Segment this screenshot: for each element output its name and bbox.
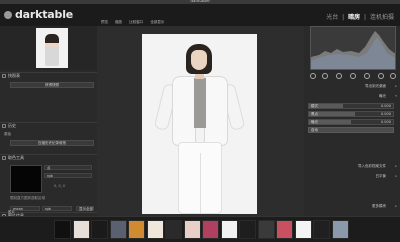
slider-name: 曝光 xyxy=(311,120,318,124)
picker-space-select[interactable]: rgb xyxy=(44,173,92,178)
photo-jacket-left xyxy=(172,76,196,146)
filmstrip-thumbnail[interactable] xyxy=(72,220,90,239)
slider-exposure[interactable]: 曝光 0.000 xyxy=(308,119,394,125)
center-toolbar: 预览 缩放 比较窗口 全部显示 xyxy=(97,20,304,26)
thumbnail-figure xyxy=(45,34,59,66)
view-switcher: 光台 | 暗房 | 连机拍摄 xyxy=(326,14,394,21)
bookmark-icon[interactable] xyxy=(390,73,396,79)
filmstrip-thumbnail[interactable] xyxy=(331,220,349,239)
slider-value: 0.000 xyxy=(380,104,391,108)
filmstrip-thumbnail[interactable] xyxy=(239,220,256,239)
filmstrip-thumbnail[interactable] xyxy=(202,220,219,239)
collapse-arrow-icon: ▾ xyxy=(395,94,397,98)
effect-icon[interactable] xyxy=(378,73,384,79)
brand-name: darktable xyxy=(15,8,74,21)
main-photo[interactable] xyxy=(142,34,257,214)
filmstrip-thumbnail[interactable] xyxy=(109,220,127,239)
history-icon xyxy=(2,124,6,128)
color-picker-label: 取色工具 xyxy=(8,155,24,160)
expand-arrow-icon: ▸ xyxy=(395,174,397,178)
picker-values: 0, 0, 0 xyxy=(54,184,66,188)
restrict-histogram-label[interactable]: 限制直方图到选取区域 xyxy=(10,196,45,201)
center-view[interactable]: 预览 缩放 比较窗口 全部显示 xyxy=(97,20,304,216)
window-title: darktable xyxy=(190,0,210,3)
color-picker-icon xyxy=(2,156,6,160)
filmstrip-thumbnail[interactable] xyxy=(257,220,275,239)
filmstrip-thumbnail[interactable] xyxy=(91,220,108,239)
filmstrip-thumbnail[interactable] xyxy=(313,220,330,239)
left-panel: 快照表 获得快照 历史 原始 压缩历史纪录堆栈 取色工具 点 rgb 0, 0,… xyxy=(0,26,97,218)
filmstrip-thumbnail[interactable] xyxy=(165,220,182,239)
histogram[interactable] xyxy=(310,26,396,70)
readout-space-select[interactable]: rgb xyxy=(42,206,72,211)
more-modules[interactable]: 更多模块 ▸ xyxy=(304,204,400,210)
view-tethering[interactable]: 连机拍摄 xyxy=(370,14,394,21)
module-label: 导出到光桌面 xyxy=(365,84,386,88)
slider-mode[interactable]: 模式 0.000 xyxy=(308,103,394,109)
module-group-tabs xyxy=(304,72,400,80)
correct-icon[interactable] xyxy=(364,73,370,79)
history-item-label: 原始 xyxy=(4,132,11,136)
darktable-logo-icon xyxy=(4,11,12,19)
checkbox-icon[interactable] xyxy=(2,74,6,78)
slider-name: 模式 xyxy=(311,104,318,108)
module-input-color-profile[interactable]: 导入色彩档案文件 ▸ xyxy=(304,164,400,170)
view-lighttable[interactable]: 光台 xyxy=(326,14,338,21)
photo-jacket-right xyxy=(204,76,228,146)
filmstrip-thumbnail[interactable] xyxy=(220,220,238,239)
slider-name: 黑点 xyxy=(311,112,318,116)
filmstrip-thumbnail[interactable] xyxy=(183,220,201,239)
expand-arrow-icon: ▸ xyxy=(395,164,397,168)
module-label: 导入色彩档案文件 xyxy=(358,164,386,168)
darktable-window: darktable darktable 光台 | 暗房 | 连机拍摄 快照表 获… xyxy=(0,0,400,242)
picked-color-swatch xyxy=(10,165,42,193)
filmstrip-thumbnail[interactable] xyxy=(294,220,312,239)
view-darkroom[interactable]: 暗房 xyxy=(348,14,360,21)
photo-shirt xyxy=(194,78,206,128)
filmstrip-thumbnail[interactable] xyxy=(128,220,145,239)
right-panel: 导出到光桌面 ▸ 曝光 ▾ 模式 0.000 黑点 0.000 曝光 0.000… xyxy=(304,26,400,216)
module-label: 更多模块 xyxy=(372,204,386,208)
slider-value: 0.000 xyxy=(380,112,391,116)
circle-icon[interactable] xyxy=(336,73,342,79)
history-label: 历史 xyxy=(8,123,16,128)
filmstrip[interactable]: 胶片 xyxy=(0,210,400,242)
expand-arrow-icon: ▸ xyxy=(395,204,397,208)
toolbar-item-compare[interactable]: 比较窗口 xyxy=(129,20,143,24)
module-exposure[interactable]: 曝光 ▾ xyxy=(304,94,400,100)
navigation-panel[interactable] xyxy=(0,26,97,70)
star-icon[interactable] xyxy=(322,73,328,79)
filmstrip-thumbnail[interactable] xyxy=(54,220,71,239)
picker-mode-select[interactable]: 点 xyxy=(44,165,92,170)
filmstrip-thumbnail[interactable] xyxy=(146,220,164,239)
module-white-balance[interactable]: 白平衡 ▸ xyxy=(304,174,400,180)
filmstrip-label: 胶片 xyxy=(8,210,15,214)
color-picker-section[interactable]: 取色工具 xyxy=(0,154,97,161)
module-export-lighttable[interactable]: 导出到光桌面 ▸ xyxy=(304,84,400,90)
navigation-thumbnail[interactable] xyxy=(36,28,68,68)
compress-history-button[interactable]: 压缩历史纪录堆栈 xyxy=(10,140,94,146)
color-icon[interactable] xyxy=(350,73,356,79)
toolbar-item-preview[interactable]: 预览 xyxy=(101,20,108,24)
snapshots-label: 快照表 xyxy=(8,73,20,78)
photo-face xyxy=(191,50,207,70)
photo-pants xyxy=(178,142,222,214)
history-item[interactable]: 原始 xyxy=(4,132,94,137)
histogram-graph xyxy=(311,31,395,69)
snapshots-section[interactable]: 快照表 xyxy=(0,72,97,79)
auto-exposure-button[interactable]: 自动 xyxy=(308,127,394,133)
take-snapshot-button[interactable]: 获得快照 xyxy=(10,82,94,88)
module-label: 曝光 xyxy=(379,94,386,98)
history-section[interactable]: 历史 xyxy=(0,122,97,129)
slider-value: 0.000 xyxy=(380,120,391,124)
toolbar-item-showall[interactable]: 全部显示 xyxy=(150,20,164,24)
toolbar-item-zoom[interactable]: 缩放 xyxy=(115,20,122,24)
module-label: 白平衡 xyxy=(375,174,387,178)
expand-arrow-icon: ▸ xyxy=(395,84,397,88)
show-all-button[interactable]: 显示全部 xyxy=(76,206,94,211)
power-icon[interactable] xyxy=(310,73,316,79)
slider-black[interactable]: 黑点 0.000 xyxy=(308,111,394,117)
filmstrip-thumbnail[interactable] xyxy=(276,220,293,239)
